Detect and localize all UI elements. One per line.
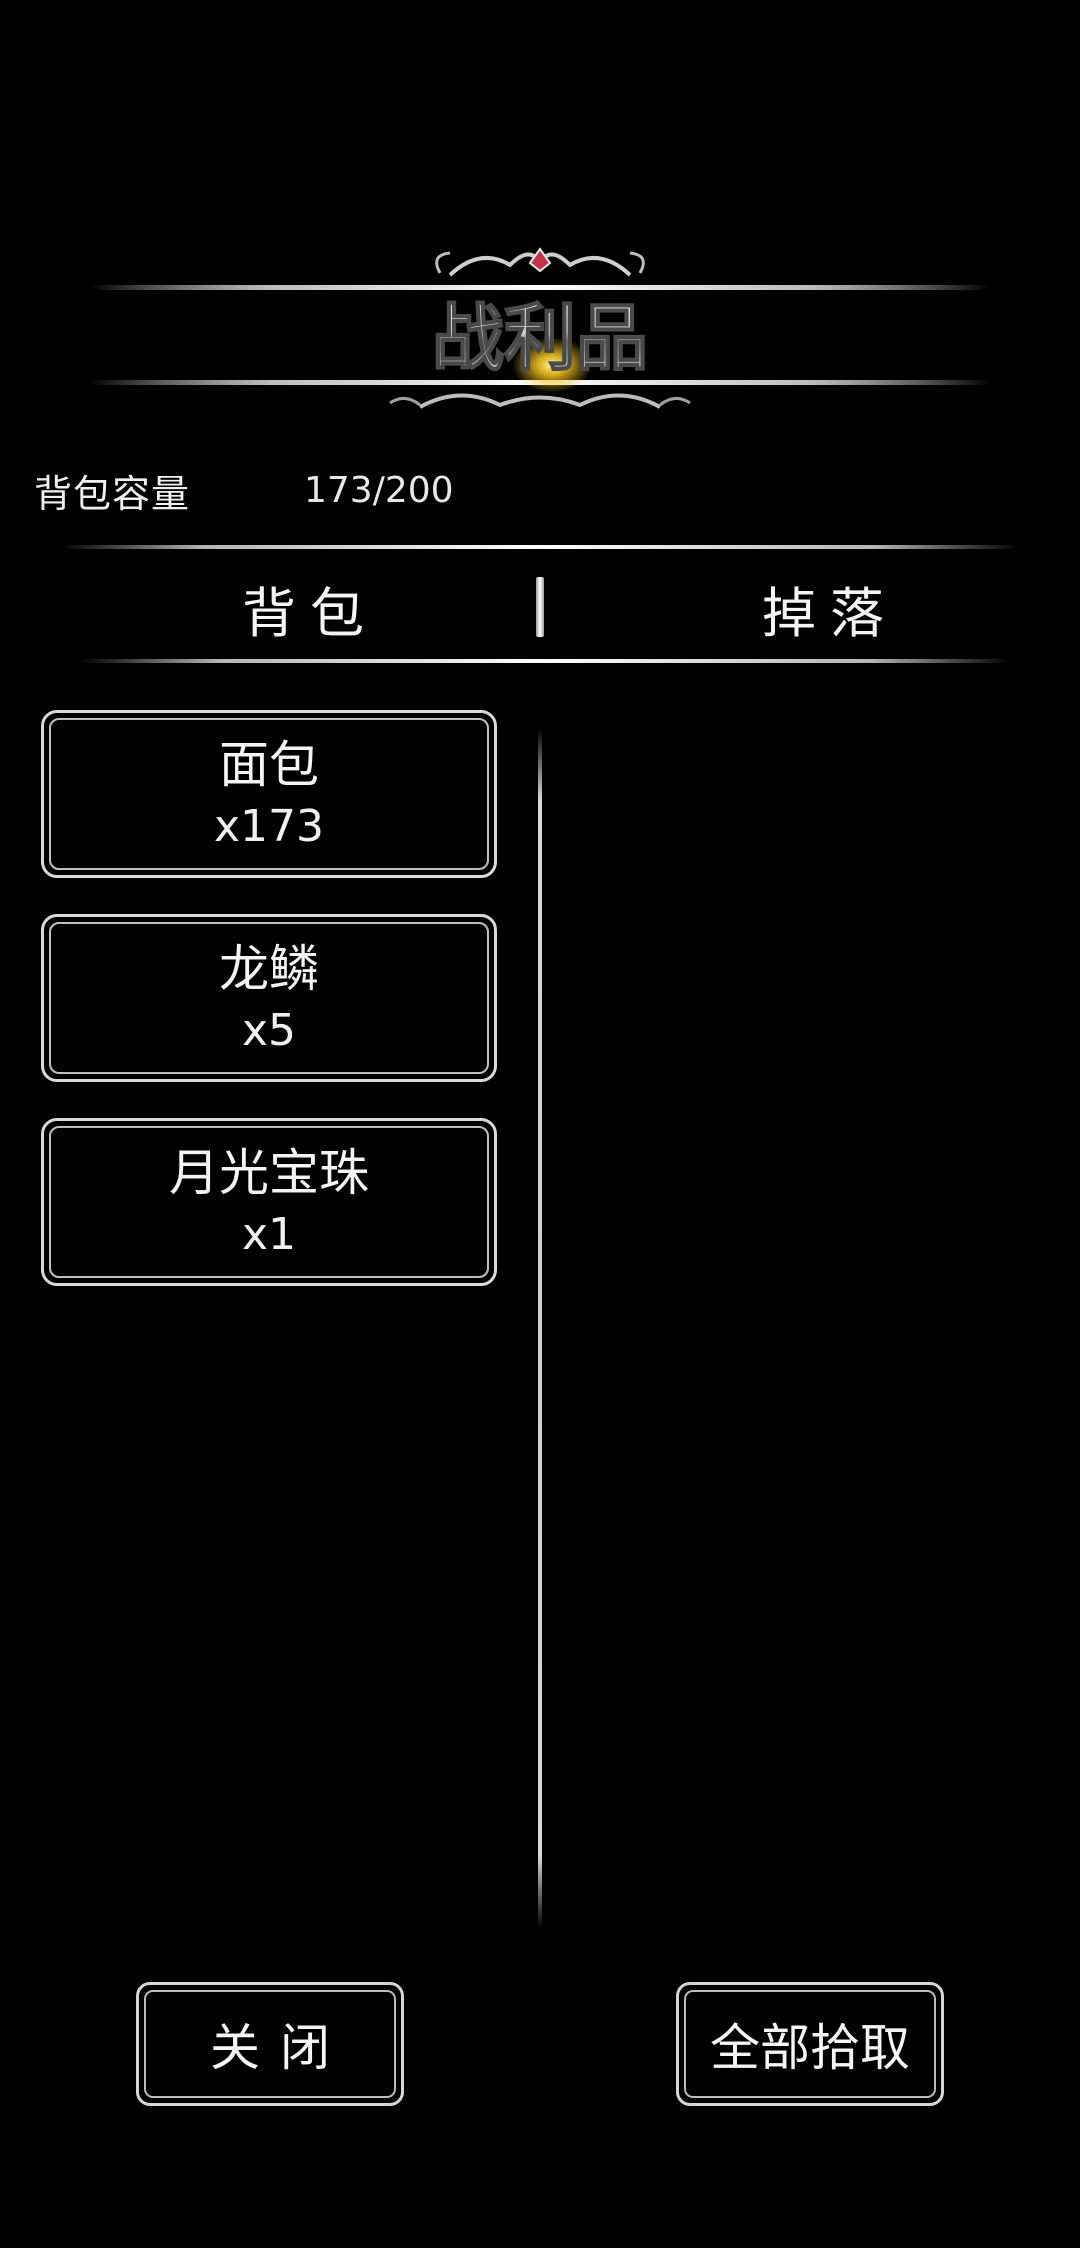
item-count: x5 — [241, 1005, 297, 1056]
pick-all-button-label: 全部拾取 — [684, 1990, 936, 2098]
capacity-label: 背包容量 — [34, 471, 191, 516]
item-name: 月光宝珠 — [169, 1144, 369, 1202]
tab-top-divider — [60, 545, 1020, 549]
title-banner: 战利品 — [90, 247, 990, 409]
tab-drops[interactable]: 掉落 — [700, 568, 960, 648]
item-name: 龙鳞 — [219, 940, 319, 998]
bottom-ornament-icon — [389, 393, 691, 409]
item-card[interactable]: 龙鳞 x5 — [41, 914, 497, 1082]
crest-ornament-icon — [435, 247, 645, 277]
item-card[interactable]: 月光宝珠 x1 — [41, 1118, 497, 1286]
bag-capacity: 背包容量 173/200 — [34, 462, 454, 518]
column-divider — [538, 728, 542, 1928]
tab-bag[interactable]: 背包 — [200, 568, 420, 648]
bag-item-list: 面包 x173 龙鳞 x5 月光宝珠 x1 — [41, 710, 497, 1322]
close-button[interactable]: 关闭 — [136, 1982, 404, 2106]
loot-title: 战利品 — [432, 295, 648, 380]
item-card[interactable]: 面包 x173 — [41, 710, 497, 878]
item-count: x173 — [213, 801, 325, 852]
tab-separator — [536, 577, 544, 637]
tab-bottom-divider — [80, 659, 1010, 663]
capacity-value: 173/200 — [304, 469, 454, 511]
item-count: x1 — [241, 1209, 297, 1260]
pick-all-button[interactable]: 全部拾取 — [676, 1982, 944, 2106]
item-name: 面包 — [219, 736, 319, 794]
close-button-label: 关闭 — [144, 1990, 396, 2098]
